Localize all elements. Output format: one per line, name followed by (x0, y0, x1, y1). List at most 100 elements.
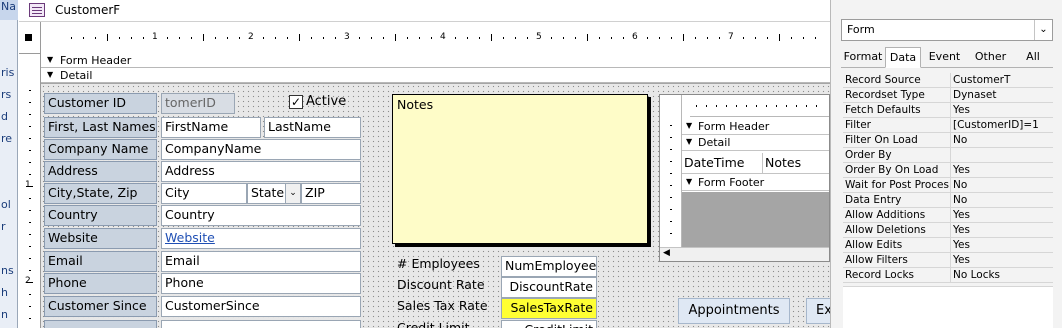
active-checkbox[interactable]: ✓ (289, 95, 303, 109)
address-label[interactable]: Address (44, 161, 157, 182)
nav-item-fragment[interactable]: Na (0, 0, 18, 20)
selection-type-dropdown[interactable]: Form ⌄ (841, 19, 1053, 41)
property-value[interactable]: No Locks (953, 269, 1051, 281)
property-value[interactable]: No (953, 194, 1051, 206)
appointments-button[interactable]: Appointments (678, 298, 790, 324)
next-field-label[interactable] (44, 320, 157, 328)
credit-limit-field[interactable]: CreditLimit (501, 320, 597, 328)
nav-item-fragment[interactable] (0, 22, 18, 42)
property-value[interactable]: Yes (953, 209, 1051, 221)
subform-form-footer-bar[interactable]: ▼ Form Footer (682, 175, 829, 191)
customer-id-field[interactable]: tomerID (161, 93, 235, 114)
property-row[interactable]: Order By On Load Yes (843, 163, 1053, 178)
property-row[interactable]: Allow Additions Yes (843, 208, 1053, 223)
email-field[interactable]: Email (161, 251, 361, 272)
detail-section-grid[interactable]: Customer ID tomerID ✓ Active First, Last… (41, 84, 830, 328)
property-value[interactable]: Yes (953, 254, 1051, 266)
nav-item-fragment[interactable] (0, 242, 18, 262)
nav-item-fragment[interactable]: r (0, 220, 18, 240)
nav-item-fragment[interactable] (0, 44, 18, 64)
employees-label[interactable]: # Employees (397, 256, 480, 271)
city-field[interactable]: City (161, 183, 247, 204)
first-name-field[interactable]: FirstName (161, 117, 261, 138)
subform-horizontal-scrollbar[interactable]: ◀ (660, 247, 829, 261)
nav-item-fragment[interactable]: d (0, 110, 18, 130)
form-header-section-bar[interactable]: ▼ Form Header (41, 53, 830, 68)
subform-form-header-bar[interactable]: ▼ Form Header (682, 119, 829, 135)
nav-item-fragment[interactable]: n (0, 308, 18, 328)
country-label[interactable]: Country (44, 205, 157, 226)
nav-item-fragment[interactable]: ns (0, 264, 18, 284)
phone-field[interactable]: Phone (161, 273, 361, 294)
state-combo[interactable]: State ⌄ (247, 183, 301, 204)
chevron-down-icon[interactable]: ⌄ (1034, 20, 1052, 40)
nav-item-fragment[interactable]: h (0, 286, 18, 306)
phone-label[interactable]: Phone (44, 273, 157, 294)
vertical-ruler[interactable]: 12 (19, 54, 41, 328)
form-selector-square[interactable] (25, 34, 32, 41)
nav-item-fragment[interactable]: ol (0, 198, 18, 218)
discount-rate-field[interactable]: DiscountRate (501, 277, 597, 298)
sales-tax-rate-label[interactable]: Sales Tax Rate (397, 298, 488, 313)
property-value[interactable]: No (953, 179, 1051, 191)
zip-field[interactable]: ZIP (301, 183, 361, 204)
property-value[interactable]: Yes (953, 239, 1051, 251)
property-row[interactable]: Order By (843, 148, 1053, 163)
nav-item-fragment[interactable]: ris (0, 66, 18, 86)
employees-field[interactable]: NumEmployee (501, 256, 597, 277)
website-label[interactable]: Website (44, 228, 157, 249)
last-name-field[interactable]: LastName (264, 117, 361, 138)
tab-all[interactable]: All (1013, 47, 1053, 68)
tab-event[interactable]: Event (921, 47, 968, 68)
address-field[interactable]: Address (161, 161, 361, 182)
nav-item-fragment[interactable]: re (0, 132, 18, 152)
property-row[interactable]: Record Source CustomerT (843, 73, 1053, 88)
property-value[interactable]: Yes (953, 164, 1051, 176)
nav-item-fragment[interactable]: rs (0, 88, 18, 108)
property-value[interactable]: CustomerT (953, 74, 1051, 86)
name-label[interactable]: First, Last Names (44, 117, 157, 138)
active-label[interactable]: Active (306, 94, 346, 109)
discount-rate-label[interactable]: Discount Rate (397, 277, 485, 292)
navigation-pane-strip[interactable]: Na ris rs d re ol r ns h n (0, 0, 18, 328)
subform-horizontal-ruler[interactable] (690, 95, 829, 117)
property-value[interactable]: No (953, 134, 1051, 146)
company-label[interactable]: Company Name (44, 139, 157, 160)
customer-id-label[interactable]: Customer ID (44, 93, 157, 114)
property-row[interactable]: Fetch Defaults Yes (843, 103, 1053, 118)
appointments-subform[interactable]: ▼ Form Header ▼ Detail DateTime Notes ▼ … (659, 94, 830, 262)
property-value[interactable]: [CustomerID]=1 (953, 119, 1051, 131)
nav-item-fragment[interactable] (0, 154, 18, 174)
property-value[interactable]: Dynaset (953, 89, 1051, 101)
extern-button[interactable]: Exter (806, 298, 830, 324)
form-selector[interactable] (19, 22, 41, 54)
next-field[interactable] (161, 320, 361, 328)
property-row[interactable]: Recordset Type Dynaset (843, 88, 1053, 103)
nav-item-fragment[interactable] (0, 176, 18, 196)
property-value[interactable]: Yes (953, 224, 1051, 236)
email-label[interactable]: Email (44, 251, 157, 272)
property-row[interactable]: Allow Deletions Yes (843, 223, 1053, 238)
datetime-field[interactable]: DateTime (684, 155, 744, 170)
sales-tax-rate-field[interactable]: SalesTaxRate (501, 298, 597, 319)
property-value[interactable]: Yes (953, 104, 1051, 116)
customer-since-field[interactable]: CustomerSince (161, 296, 361, 317)
credit-limit-label[interactable]: Credit Limit (397, 320, 470, 328)
tab-other[interactable]: Other (968, 47, 1013, 68)
scroll-left-icon[interactable]: ◀ (663, 248, 670, 258)
property-row[interactable]: Filter On Load No (843, 133, 1053, 148)
country-field[interactable]: Country (161, 205, 361, 226)
property-row[interactable]: Allow Edits Yes (843, 238, 1053, 253)
chevron-down-icon[interactable]: ⌄ (285, 184, 300, 203)
customer-since-label[interactable]: Customer Since (44, 296, 157, 317)
property-row[interactable]: Wait for Post Proces No (843, 178, 1053, 193)
tab-format[interactable]: Format (841, 47, 885, 68)
subform-vertical-ruler[interactable] (660, 95, 682, 247)
notes-textbox[interactable]: Notes (392, 94, 648, 244)
property-row[interactable]: Allow Filters Yes (843, 253, 1053, 268)
notes-field[interactable]: Notes (765, 155, 801, 170)
tab-data[interactable]: Data (885, 47, 921, 68)
detail-section-bar[interactable]: ▼ Detail (41, 68, 830, 83)
property-row[interactable]: Record Locks No Locks (843, 268, 1053, 283)
property-row[interactable]: Data Entry No (843, 193, 1053, 208)
